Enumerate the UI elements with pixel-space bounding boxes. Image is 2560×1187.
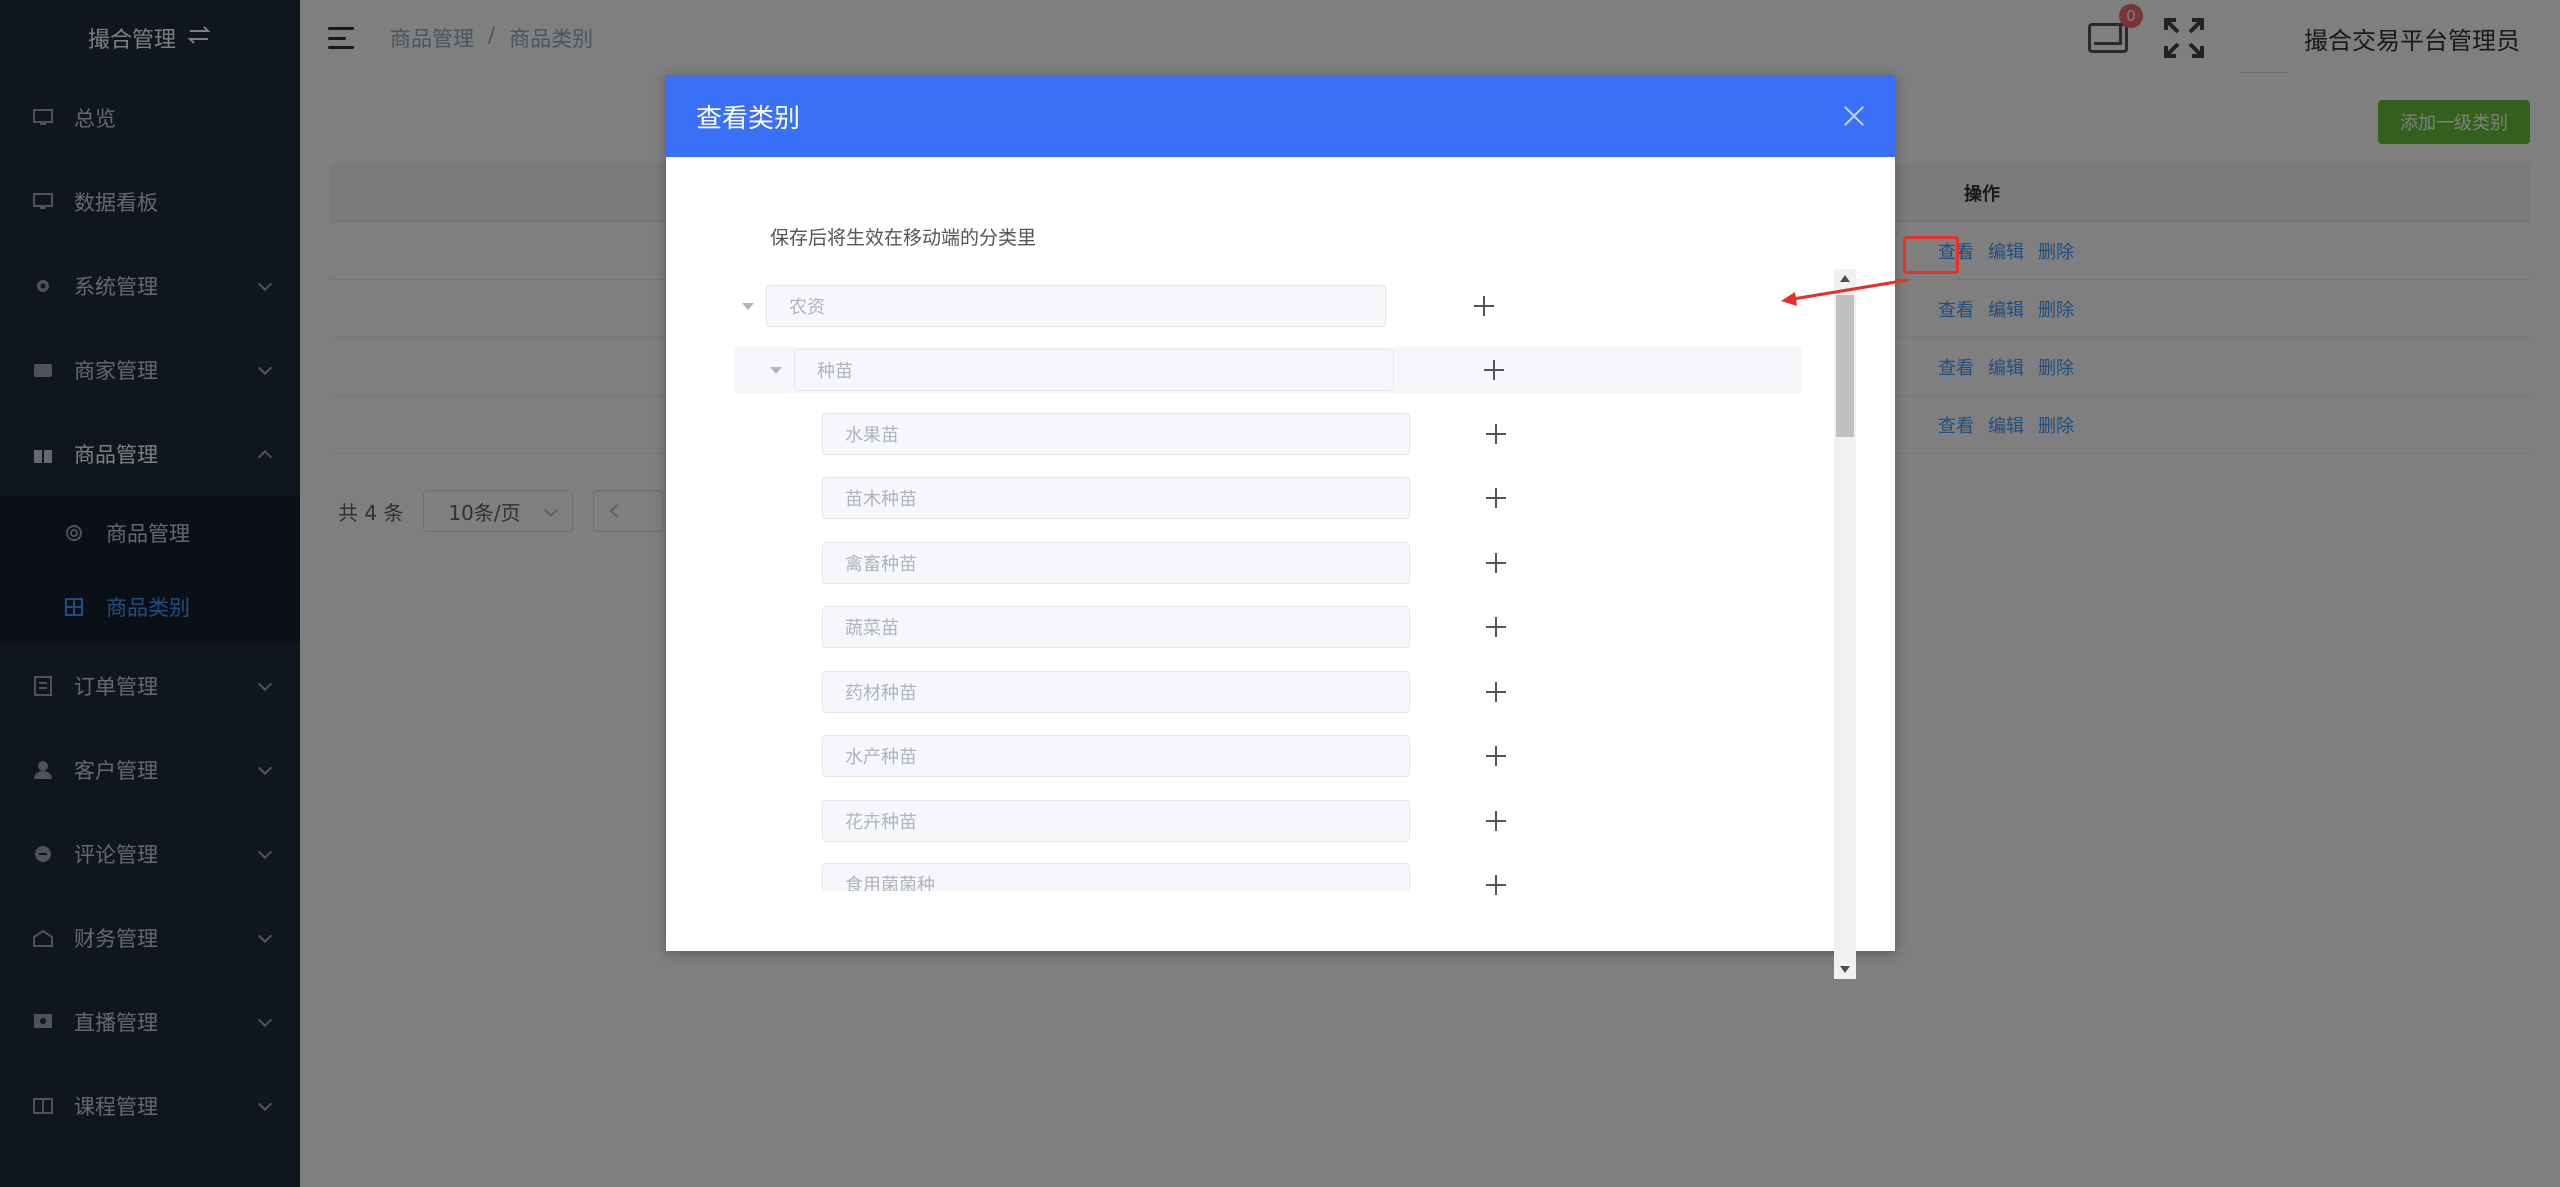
annotation-highlight-box [1903, 236, 1959, 274]
dialog-header: 查看类别 [666, 75, 1895, 157]
tree-node-level2: 种苗 [770, 349, 1394, 391]
add-child-icon[interactable] [1484, 360, 1504, 380]
view-category-dialog: 查看类别 保存后将生效在移动端的分类里 农资 种苗 水果苗 苗木种苗 禽畜种苗 [666, 75, 1895, 979]
scroll-down-icon[interactable] [1840, 966, 1850, 973]
add-child-icon[interactable] [1486, 617, 1506, 637]
dialog-scrollbar[interactable] [1834, 269, 1856, 979]
add-child-icon[interactable] [1486, 875, 1506, 895]
add-child-icon[interactable] [1486, 488, 1506, 508]
add-child-icon[interactable] [1486, 424, 1506, 444]
category-input[interactable]: 苗木种苗 [822, 477, 1410, 519]
add-child-icon[interactable] [1486, 811, 1506, 831]
add-child-icon[interactable] [1486, 682, 1506, 702]
tree-node-root: 农资 [742, 285, 1386, 327]
caret-down-icon[interactable] [770, 366, 782, 374]
close-icon[interactable] [1843, 105, 1865, 127]
tree-node-child: 花卉种苗 [822, 800, 1410, 842]
tree-node-child-clipped: 食用菌菌种 [822, 863, 1422, 891]
dialog-hint: 保存后将生效在移动端的分类里 [770, 227, 1037, 249]
tree-node-child: 禽畜种苗 [822, 542, 1410, 584]
category-input[interactable]: 禽畜种苗 [822, 542, 1410, 584]
category-input[interactable]: 种苗 [794, 349, 1394, 391]
add-child-icon[interactable] [1486, 553, 1506, 573]
annotation-arrow [1781, 278, 1909, 306]
category-input[interactable]: 花卉种苗 [822, 800, 1410, 842]
category-input[interactable]: 蔬菜苗 [822, 606, 1410, 648]
category-input[interactable]: 水果苗 [822, 413, 1410, 455]
caret-down-icon[interactable] [742, 302, 754, 310]
dialog-title: 查看类别 [696, 103, 801, 134]
category-input[interactable]: 水产种苗 [822, 735, 1410, 777]
category-input[interactable]: 农资 [766, 285, 1386, 327]
tree-node-child: 蔬菜苗 [822, 606, 1410, 648]
dialog-body: 保存后将生效在移动端的分类里 农资 种苗 水果苗 苗木种苗 禽畜种苗 蔬菜苗 药… [666, 157, 1895, 979]
category-input[interactable]: 药材种苗 [822, 671, 1410, 713]
add-child-icon[interactable] [1474, 296, 1494, 316]
add-child-icon[interactable] [1486, 746, 1506, 766]
tree-node-child: 苗木种苗 [822, 477, 1410, 519]
tree-node-child: 水产种苗 [822, 735, 1410, 777]
tree-node-child: 药材种苗 [822, 671, 1410, 713]
category-input[interactable]: 食用菌菌种 [822, 863, 1410, 891]
tree-node-child: 水果苗 [822, 413, 1410, 455]
